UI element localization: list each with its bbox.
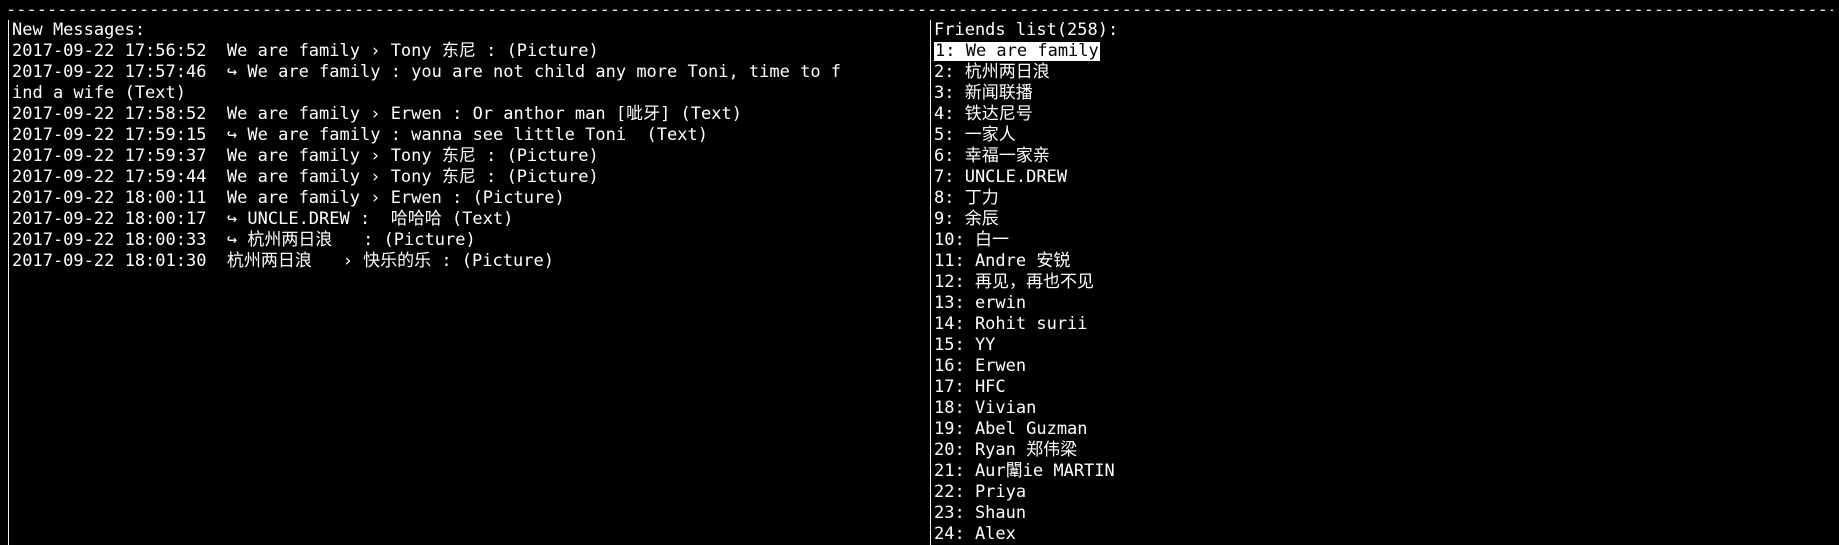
message-line[interactable]: 2017-09-22 17:59:37 We are family › Tony…: [9, 146, 929, 167]
message-line[interactable]: 2017-09-22 18:01:30 杭州两日浪 › 快乐的乐 : (Pict…: [9, 251, 929, 272]
friend-item[interactable]: 13: erwin: [931, 293, 1829, 314]
friends-pane[interactable]: Friends list(258): 1: We are family 2: 杭…: [930, 20, 1829, 545]
messages-title: New Messages:: [12, 20, 146, 40]
friend-item[interactable]: 8: 丁力: [931, 188, 1829, 209]
friend-item[interactable]: 17: HFC: [931, 377, 1829, 398]
friend-item[interactable]: 20: Ryan 郑伟梁: [931, 440, 1829, 461]
friend-item[interactable]: 16: Erwen: [931, 356, 1829, 377]
friend-item[interactable]: 10: 白一: [931, 230, 1829, 251]
friend-item[interactable]: 14: Rohit surii: [931, 314, 1829, 335]
friend-item[interactable]: 5: 一家人: [931, 125, 1829, 146]
friend-item[interactable]: 15: YY: [931, 335, 1829, 356]
message-line[interactable]: 2017-09-22 18:00:11 We are family › Erwe…: [9, 188, 929, 209]
messages-pane[interactable]: New Messages: 2017-09-22 17:56:52 We are…: [8, 20, 929, 545]
friend-item[interactable]: 19: Abel Guzman: [931, 419, 1829, 440]
friend-item[interactable]: 12: 再见，再也不见: [931, 272, 1829, 293]
message-line[interactable]: 2017-09-22 17:59:15 ↪ We are family : wa…: [9, 125, 929, 146]
friend-item-selected[interactable]: 1: We are family: [931, 41, 1829, 62]
friend-item[interactable]: 2: 杭州两日浪: [931, 62, 1829, 83]
friend-item[interactable]: 3: 新闻联播: [931, 83, 1829, 104]
friend-item[interactable]: 4: 铁达尼号: [931, 104, 1829, 125]
message-line-wrap[interactable]: ind a wife (Text): [9, 83, 929, 104]
friend-item[interactable]: 11: Andre 安锐: [931, 251, 1829, 272]
friend-item[interactable]: 24: Alex: [931, 524, 1829, 545]
terminal-window: ----------------------------------------…: [0, 0, 1839, 545]
message-line[interactable]: 2017-09-22 17:58:52 We are family › Erwe…: [9, 104, 929, 125]
friends-title: Friends list(258):: [934, 20, 1119, 40]
message-line[interactable]: 2017-09-22 17:57:46 ↪ We are family : yo…: [9, 62, 929, 83]
friend-item[interactable]: 6: 幸福一家亲: [931, 146, 1829, 167]
message-line[interactable]: 2017-09-22 18:00:17 ↪ UNCLE.DREW : 哈哈哈 (…: [9, 209, 929, 230]
friend-item[interactable]: 23: Shaun: [931, 503, 1829, 524]
selected-friend-highlight[interactable]: 1: We are family: [934, 42, 1100, 61]
message-line[interactable]: 2017-09-22 17:59:44 We are family › Tony…: [9, 167, 929, 188]
friend-item[interactable]: 7: UNCLE.DREW: [931, 167, 1829, 188]
top-border-line: ----------------------------------------…: [6, 3, 1833, 17]
friend-item[interactable]: 21: Aur闈ie MARTIN: [931, 461, 1829, 482]
friend-item[interactable]: 9: 余辰: [931, 209, 1829, 230]
message-line[interactable]: 2017-09-22 18:00:33 ↪ 杭州两日浪 : (Picture): [9, 230, 929, 251]
friend-item[interactable]: 22: Priya: [931, 482, 1829, 503]
friend-item[interactable]: 18: Vivian: [931, 398, 1829, 419]
message-line[interactable]: 2017-09-22 17:56:52 We are family › Tony…: [9, 41, 929, 62]
